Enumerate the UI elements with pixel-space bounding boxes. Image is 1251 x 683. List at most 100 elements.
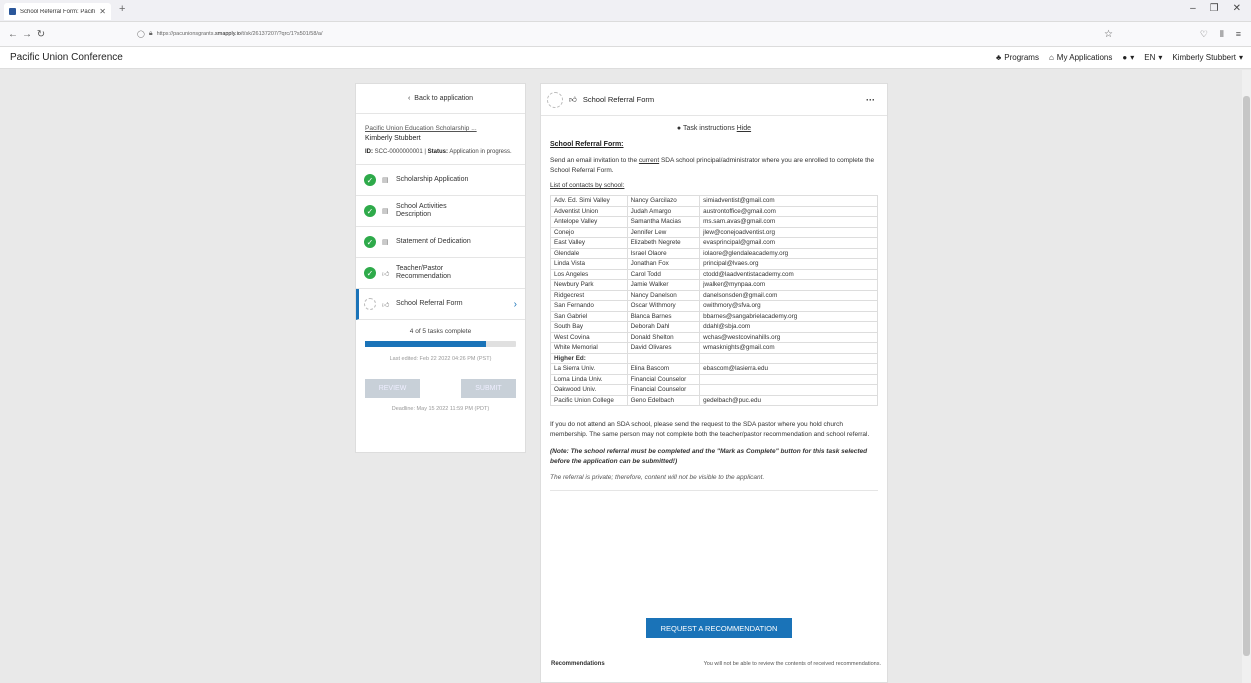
pending-circle-icon	[547, 91, 563, 108]
review-button[interactable]: REVIEW	[365, 379, 420, 399]
submit-button[interactable]: SUBMIT	[461, 379, 516, 399]
info-icon: ●	[1122, 53, 1128, 62]
language-dropdown[interactable]: EN ▾	[1144, 53, 1162, 62]
table-row: White Memorial David Olivares wmasknights@…	[550, 342, 878, 354]
request-recommendation-button[interactable]: REQUEST A RECOMMENDATION	[646, 618, 792, 638]
task-scholarship-application[interactable]: ✓ ▤ Scholarship Application	[356, 165, 525, 197]
recommendations-section: Recommendations You will not be able to …	[551, 661, 881, 667]
my-applications-link[interactable]: ⌂ My Applications	[1049, 53, 1112, 62]
table-row: Conejo Jennifer Lew jlew@conejoadventist.o…	[550, 226, 878, 239]
contact-cell: Israel Olaore	[626, 247, 701, 260]
tab-title: School Referral Form: Pacific U...	[20, 8, 95, 15]
table-row: Adv. Ed. Simi Valley Nancy Garcilazo simia…	[550, 195, 878, 207]
school-cell: La Sierra Univ.	[550, 363, 628, 375]
pending-circle-icon	[364, 298, 376, 311]
contact-cell: Elizabeth Negrete	[626, 237, 701, 249]
school-cell: Glendale	[550, 247, 628, 260]
scroll-thumb[interactable]	[1243, 96, 1250, 656]
contact-cell: Donald Shelton	[626, 331, 701, 344]
contact-cell: Deborah Dahl	[626, 321, 701, 333]
email-cell: iolaore@glendaleacademy.org	[699, 247, 878, 260]
url-bar[interactable]: ◯ 🔒︎ https://pacunionsgrants.smapply.io/…	[137, 27, 1151, 41]
table-row: Oakwood Univ. Financial Counselor	[550, 384, 878, 396]
url-text: https://pacunionsgrants.smapply.io/t/sk/…	[156, 31, 323, 37]
deadline: Deadline: May 15 2022 11:59 PM (PDT)	[391, 406, 490, 413]
contact-cell: Financial Counselor	[626, 384, 701, 396]
check-icon: ✓	[364, 267, 376, 280]
non-sda-paragraph: If you do not attend an SDA school, plea…	[550, 421, 870, 439]
email-cell: austrontoffice@gmail.com	[699, 205, 878, 218]
bookmark-star-icon[interactable]: ☆	[1104, 29, 1113, 40]
table-row: Linda Vista Jonathan Fox principal@lvaes.o…	[550, 258, 878, 270]
contact-cell	[626, 352, 701, 365]
page-scrollbar[interactable]	[1242, 70, 1251, 683]
info-icon: ●	[676, 125, 682, 132]
email-cell: owithmory@sfva.org	[699, 300, 878, 312]
progress-bar-fill	[365, 341, 486, 348]
school-cell: South Bay	[550, 321, 628, 333]
email-cell: jlew@conejoadventist.org	[699, 226, 878, 239]
task-teacher-pastor-recommendation[interactable]: ✓ 👍︎ Teacher/Pastor Recommendation	[356, 258, 525, 290]
help-dropdown[interactable]: ● ▾	[1122, 53, 1134, 62]
browser-toolbar: ← → ↻ ◯ 🔒︎ https://pacunionsgrants.smapp…	[0, 22, 1251, 47]
recommendations-note: You will not be able to review the conte…	[703, 661, 881, 667]
reload-icon[interactable]: ↻	[34, 29, 48, 40]
task-statement-of-dedication[interactable]: ✓ ▤ Statement of Dedication	[356, 227, 525, 259]
instructions-content: School Referral Form: Send an email invi…	[541, 141, 887, 492]
back-to-application-link[interactable]: ‹ Back to application	[356, 84, 525, 114]
school-cell: Adv. Ed. Simi Valley	[550, 195, 628, 207]
school-cell: San Gabriel	[550, 310, 628, 323]
progress-area: 4 of 5 tasks complete Last edited: Feb 2…	[356, 320, 525, 420]
contact-cell: Blanca Barnes	[626, 310, 701, 323]
hide-instructions-link[interactable]: Hide	[737, 125, 751, 132]
divider	[550, 490, 878, 492]
email-cell: simiadventist@gmail.com	[699, 195, 878, 207]
minimize-icon[interactable]: –	[1190, 3, 1196, 14]
school-cell: San Fernando	[550, 300, 628, 312]
programs-icon: ♣	[996, 53, 1002, 62]
window-close-icon[interactable]: ✕	[1233, 3, 1241, 14]
email-cell: jwalker@mynpaa.com	[699, 279, 878, 291]
chevron-right-icon: ›	[513, 298, 517, 310]
more-options-icon[interactable]: ···	[866, 95, 875, 105]
email-cell: ms.sam.avas@gmail.com	[699, 216, 878, 228]
document-icon: ▤	[382, 208, 389, 216]
program-link[interactable]: Pacific Union Education Scholarship ...	[365, 124, 516, 133]
new-tab-plus-icon[interactable]: +	[119, 3, 125, 15]
chevron-down-icon: ▾	[1238, 53, 1243, 62]
table-row: Antelope Valley Samantha Macias ms.sam.ava…	[550, 216, 878, 228]
browser-tab-bar: School Referral Form: Pacific U... ✕ + –…	[0, 0, 1251, 22]
task-header: 👍︎ School Referral Form ···	[541, 84, 887, 116]
pocket-icon[interactable]: ♡	[1200, 29, 1208, 40]
programs-link[interactable]: ♣ Programs	[996, 53, 1039, 62]
table-row: Higher Ed:	[550, 352, 878, 365]
browser-tab[interactable]: School Referral Form: Pacific U... ✕	[4, 3, 111, 20]
user-menu[interactable]: Kimberly Stubbert ▾	[1172, 53, 1243, 62]
task-school-activities[interactable]: ✓ ▤ School Activities Description	[356, 196, 525, 228]
table-row: La Sierra Univ. Elina Bascom ebascom@lasie…	[550, 363, 878, 375]
check-icon: ✓	[364, 205, 376, 218]
task-school-referral-form[interactable]: 👍︎ School Referral Form ›	[356, 289, 525, 321]
forward-arrow-icon[interactable]: →	[20, 29, 34, 40]
library-icon[interactable]: ⫴	[1220, 29, 1224, 40]
contact-cell: Jonathan Fox	[626, 258, 701, 270]
close-icon[interactable]: ✕	[99, 7, 106, 16]
table-row: East Valley Elizabeth Negrete evasprincipa…	[550, 237, 878, 249]
restore-icon[interactable]: ❐	[1210, 3, 1219, 14]
contact-cell: Nancy Danelson	[626, 289, 701, 302]
contact-cell: Jamie Walker	[626, 279, 701, 291]
school-cell: Los Angeles	[550, 268, 628, 281]
school-cell: Ridgecrest	[550, 289, 628, 302]
instructions-paragraph: Send an email invitation to the current …	[550, 157, 875, 175]
contact-cell: Carol Todd	[626, 268, 701, 281]
contact-cell: Nancy Garcilazo	[626, 195, 701, 207]
site-brand[interactable]: Pacific Union Conference	[10, 52, 123, 63]
contact-cell: Jennifer Lew	[626, 226, 701, 239]
email-cell: danelsonsden@gmail.com	[699, 289, 878, 302]
email-cell: gedelbach@puc.edu	[699, 394, 878, 407]
menu-icon[interactable]: ≡	[1236, 29, 1241, 40]
school-cell: Loma Linda Univ.	[550, 373, 628, 386]
site-favicon-icon	[9, 8, 16, 15]
back-arrow-icon[interactable]: ←	[6, 29, 20, 40]
email-cell: wmasknights@gmail.com	[699, 342, 878, 354]
